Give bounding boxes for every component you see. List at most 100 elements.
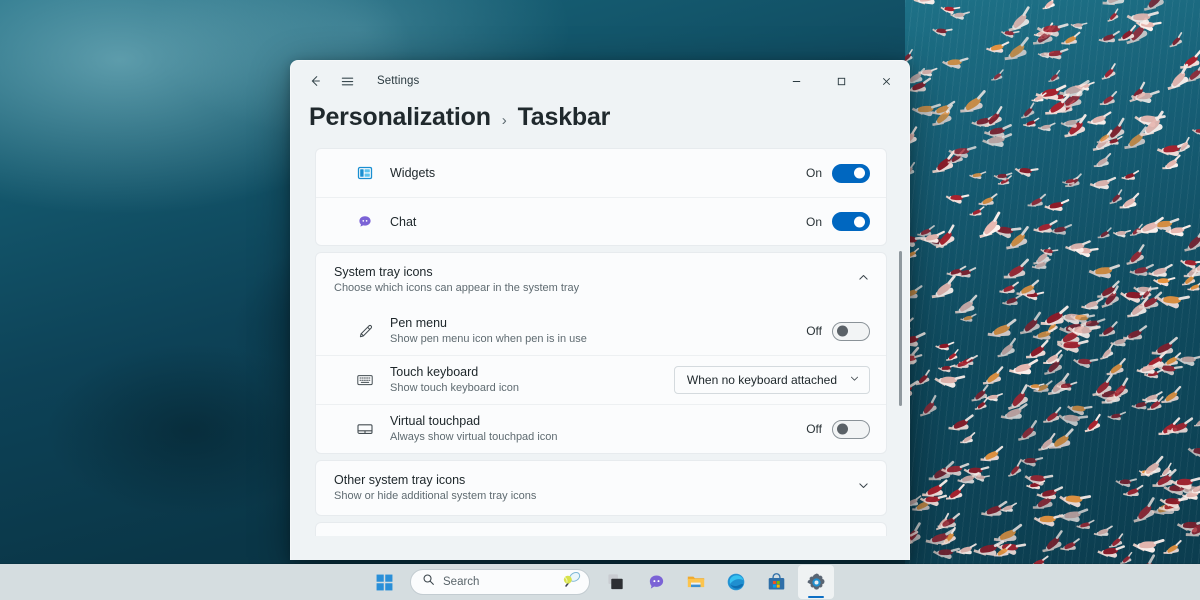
flamingo bbox=[1097, 34, 1120, 44]
row-pen-menu-subtitle: Show pen menu icon when pen is in use bbox=[390, 332, 792, 347]
row-chat-text: Chat bbox=[390, 214, 792, 230]
search-input[interactable]: Search bbox=[410, 569, 590, 595]
window-controls bbox=[774, 61, 909, 101]
tennis-racket-icon[interactable] bbox=[562, 570, 583, 594]
row-virtual-touchpad-title: Virtual touchpad bbox=[390, 413, 792, 429]
taskbar-item-edge[interactable] bbox=[718, 565, 754, 599]
flamingo bbox=[1058, 85, 1090, 99]
flamingo bbox=[1166, 423, 1195, 435]
taskbar-item-chat[interactable] bbox=[638, 565, 674, 599]
touch-keyboard-dropdown-value: When no keyboard attached bbox=[687, 373, 837, 387]
flamingo bbox=[1122, 330, 1149, 342]
row-chat-control: On bbox=[806, 212, 870, 231]
title-bar: Settings bbox=[291, 61, 909, 101]
minimize-button[interactable] bbox=[774, 61, 819, 101]
flamingo bbox=[1120, 173, 1139, 181]
taskbar-item-file-explorer[interactable] bbox=[678, 565, 714, 599]
search-placeholder: Search bbox=[443, 576, 554, 588]
settings-window: Settings Personalization › Taskbar bbox=[290, 60, 910, 560]
keyboard-icon bbox=[354, 369, 376, 391]
section-taskbar-behaviors-title: Taskbar behaviors bbox=[334, 534, 857, 536]
toggles-card: Widgets On Chat bbox=[315, 148, 887, 246]
breadcrumb: Personalization › Taskbar bbox=[291, 101, 909, 148]
row-chat[interactable]: Chat On bbox=[316, 197, 886, 245]
row-widgets-title: Widgets bbox=[390, 165, 792, 181]
row-pen-menu[interactable]: Pen menu Show pen menu icon when pen is … bbox=[316, 307, 886, 355]
taskbar-item-store[interactable] bbox=[758, 565, 794, 599]
scrollbar-thumb[interactable] bbox=[899, 251, 902, 406]
flamingo bbox=[1008, 363, 1039, 378]
row-widgets[interactable]: Widgets On bbox=[316, 149, 886, 197]
row-touch-keyboard-text: Touch keyboard Show touch keyboard icon bbox=[390, 364, 660, 396]
row-pen-menu-control: Off bbox=[806, 322, 870, 341]
flamingo bbox=[953, 361, 974, 370]
taskbar-item-settings[interactable] bbox=[798, 565, 834, 599]
row-virtual-touchpad[interactable]: Virtual touchpad Always show virtual tou… bbox=[316, 404, 886, 453]
breadcrumb-parent-personalization[interactable]: Personalization bbox=[309, 103, 491, 132]
flamingo bbox=[1135, 364, 1160, 376]
flamingo bbox=[1059, 542, 1081, 552]
magnifier-icon bbox=[422, 573, 435, 591]
row-widgets-control: On bbox=[806, 164, 870, 183]
section-system-tray-icons-subtitle: Choose which icons can appear in the sys… bbox=[334, 281, 857, 296]
widgets-state-label: On bbox=[806, 166, 822, 180]
system-tray-icons-card: System tray icons Choose which icons can… bbox=[315, 252, 887, 454]
flamingo bbox=[1031, 262, 1051, 271]
row-touch-keyboard-title: Touch keyboard bbox=[390, 364, 660, 380]
hamburger-menu-icon[interactable] bbox=[331, 67, 363, 95]
chevron-up-icon[interactable] bbox=[857, 271, 870, 289]
virtual-touchpad-state-label: Off bbox=[806, 422, 822, 436]
row-virtual-touchpad-text: Virtual touchpad Always show virtual tou… bbox=[390, 413, 792, 445]
back-arrow-icon[interactable] bbox=[299, 67, 331, 95]
flamingo bbox=[1187, 285, 1200, 292]
touchpad-icon bbox=[354, 418, 376, 440]
flamingo bbox=[986, 325, 1018, 339]
taskbar-item-task-view[interactable] bbox=[598, 565, 634, 599]
row-touch-keyboard[interactable]: Touch keyboard Show touch keyboard icon … bbox=[316, 355, 886, 404]
flamingo bbox=[1031, 331, 1056, 343]
pen-menu-toggle[interactable] bbox=[832, 322, 870, 341]
section-other-system-tray-icons-text: Other system tray icons Show or hide add… bbox=[334, 472, 857, 504]
flamingo bbox=[980, 506, 1008, 518]
chevron-down-icon[interactable] bbox=[857, 479, 870, 497]
scrollbar-track[interactable] bbox=[899, 191, 902, 560]
app-title: Settings bbox=[377, 75, 419, 87]
flamingo bbox=[945, 268, 966, 278]
section-system-tray-icons[interactable]: System tray icons Choose which icons can… bbox=[316, 253, 886, 307]
section-other-system-tray-icons-subtitle: Show or hide additional system tray icon… bbox=[334, 489, 857, 504]
section-other-system-tray-icons[interactable]: Other system tray icons Show or hide add… bbox=[316, 461, 886, 515]
flamingo bbox=[1093, 529, 1113, 538]
flamingo bbox=[947, 420, 975, 433]
widgets-icon bbox=[354, 162, 376, 184]
taskbar-behaviors-card: Taskbar behaviors Taskbar alignment, bad… bbox=[315, 522, 887, 536]
start-button[interactable] bbox=[366, 565, 402, 599]
row-virtual-touchpad-subtitle: Always show virtual touchpad icon bbox=[390, 430, 792, 445]
close-button[interactable] bbox=[864, 61, 909, 101]
maximize-button[interactable] bbox=[819, 61, 864, 101]
section-other-system-tray-icons-title: Other system tray icons bbox=[334, 472, 857, 488]
row-pen-menu-title: Pen menu bbox=[390, 315, 792, 331]
touch-keyboard-dropdown[interactable]: When no keyboard attached bbox=[674, 366, 870, 394]
flamingo bbox=[1105, 138, 1123, 146]
pen-icon bbox=[354, 320, 376, 342]
breadcrumb-current-taskbar: Taskbar bbox=[518, 103, 611, 132]
other-system-tray-icons-card: Other system tray icons Show or hide add… bbox=[315, 460, 887, 516]
chevron-down-icon bbox=[849, 373, 860, 387]
flamingo bbox=[1022, 120, 1039, 128]
row-touch-keyboard-control: When no keyboard attached bbox=[674, 366, 870, 394]
settings-scroll-area: Widgets On Chat bbox=[291, 148, 909, 536]
flamingo bbox=[1001, 298, 1022, 307]
widgets-toggle[interactable] bbox=[832, 164, 870, 183]
flamingo-flock-wallpaper bbox=[905, 0, 1200, 600]
section-system-tray-icons-text: System tray icons Choose which icons can… bbox=[334, 264, 857, 296]
row-pen-menu-text: Pen menu Show pen menu icon when pen is … bbox=[390, 315, 792, 347]
virtual-touchpad-toggle[interactable] bbox=[832, 420, 870, 439]
flamingo bbox=[1135, 223, 1165, 236]
breadcrumb-separator-icon: › bbox=[502, 112, 507, 129]
section-taskbar-behaviors[interactable]: Taskbar behaviors Taskbar alignment, bad… bbox=[316, 523, 886, 536]
chat-toggle[interactable] bbox=[832, 212, 870, 231]
windows-taskbar: Search bbox=[0, 564, 1200, 600]
flamingo bbox=[924, 533, 956, 547]
row-chat-title: Chat bbox=[390, 214, 792, 230]
flamingo bbox=[977, 198, 998, 208]
